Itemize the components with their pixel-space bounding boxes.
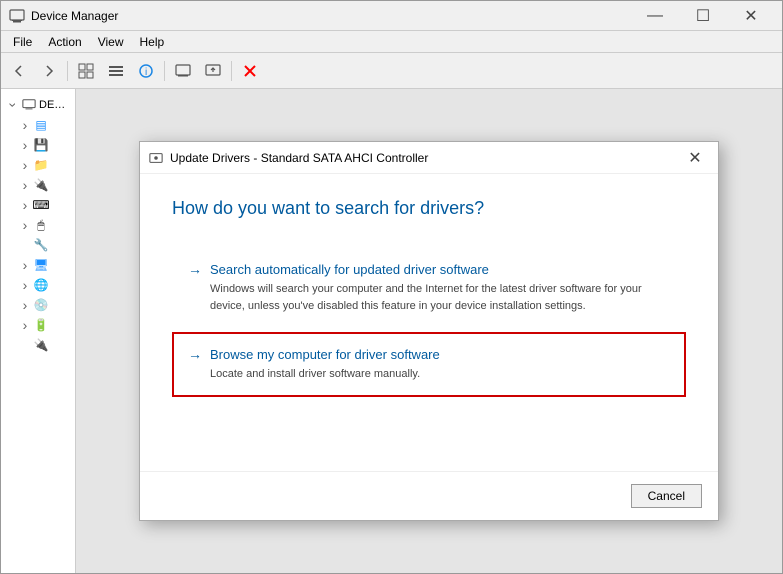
device-tree: DESKTOP-LDIDKBU ▤ 💾 📁 🔌 [1, 89, 76, 573]
list-item[interactable]: 🌐 [1, 275, 75, 295]
list-item[interactable]: 🖥 [1, 255, 75, 275]
manual-arrow-icon: → [188, 346, 202, 362]
expand-icon [17, 237, 33, 253]
auto-search-option[interactable]: → Search automatically for updated drive… [172, 247, 686, 328]
update-drivers-dialog: Update Drivers - Standard SATA AHCI Cont… [139, 141, 719, 521]
svg-text:i: i [145, 67, 147, 78]
dialog-footer: Cancel [140, 471, 718, 520]
auto-arrow-icon: → [188, 261, 202, 277]
view-devices-button[interactable] [72, 57, 100, 85]
close-button[interactable]: ✕ [728, 1, 774, 31]
main-panel: Update Drivers - Standard SATA AHCI Cont… [76, 89, 782, 573]
menu-file[interactable]: File [5, 33, 40, 51]
auto-search-description: Windows will search your computer and th… [210, 281, 670, 314]
keyboard-icon: ⌨ [33, 197, 49, 213]
menu-bar: File Action View Help [1, 31, 782, 53]
expand-icon [17, 117, 33, 133]
menu-view[interactable]: View [90, 33, 132, 51]
system-icon: 🔋 [33, 317, 49, 333]
usb-icon: 🔌 [33, 337, 49, 353]
auto-search-title[interactable]: Search automatically for updated driver … [210, 262, 489, 277]
expand-icon [17, 157, 33, 173]
disk-icon: 💾 [33, 137, 49, 153]
list-item[interactable]: 🔧 [1, 235, 75, 255]
manual-browse-description: Locate and install driver software manua… [210, 366, 670, 383]
storage-icon: 💿 [33, 297, 49, 313]
list-item[interactable]: ▤ [1, 115, 75, 135]
computer-icon [21, 97, 37, 113]
tree-container: DESKTOP-LDIDKBU ▤ 💾 📁 🔌 [1, 93, 75, 357]
ide-icon: 📁 [33, 157, 49, 173]
expand-icon [17, 337, 33, 353]
properties-button[interactable]: i [132, 57, 160, 85]
dialog-title-bar: Update Drivers - Standard SATA AHCI Cont… [140, 142, 718, 174]
dialog-title-icon [148, 150, 164, 166]
window-controls: — ☐ ✕ [632, 1, 774, 31]
monitor-icon: 🖥 [33, 257, 49, 273]
other2-icon: 🔧 [33, 237, 49, 253]
back-button[interactable] [5, 57, 33, 85]
minimize-button[interactable]: — [632, 1, 678, 31]
list-item[interactable]: 🔌 [1, 335, 75, 355]
root-label: DESKTOP-LDIDKBU [39, 99, 71, 111]
expand-icon [17, 177, 33, 193]
list-item[interactable]: 💾 [1, 135, 75, 155]
auto-title-row: → Search automatically for updated drive… [188, 261, 670, 277]
expand-icon [17, 197, 33, 213]
display-icon: ▤ [33, 117, 49, 133]
manual-browse-option[interactable]: → Browse my computer for driver software… [172, 332, 686, 397]
content-area: DESKTOP-LDIDKBU ▤ 💾 📁 🔌 [1, 89, 782, 573]
menu-help[interactable]: Help [132, 33, 173, 51]
list-item[interactable]: 📁 [1, 155, 75, 175]
dialog-overlay: Update Drivers - Standard SATA AHCI Cont… [76, 89, 782, 573]
list-item[interactable]: 🔋 [1, 315, 75, 335]
toolbar-separator-2 [164, 61, 165, 81]
view-type-button[interactable] [169, 57, 197, 85]
list-item[interactable]: 💿 [1, 295, 75, 315]
manual-browse-title[interactable]: Browse my computer for driver software [210, 347, 440, 362]
expand-icon [17, 217, 33, 233]
toolbar-separator-3 [231, 61, 232, 81]
dialog-title-text: Update Drivers - Standard SATA AHCI Cont… [170, 151, 680, 165]
list-item[interactable]: 🖱 [1, 215, 75, 235]
expand-icon [5, 97, 21, 113]
list-item[interactable]: ⌨ [1, 195, 75, 215]
tree-root[interactable]: DESKTOP-LDIDKBU [1, 95, 75, 115]
other-icon: 🔌 [33, 177, 49, 193]
app-icon [9, 8, 25, 24]
list-item[interactable]: 🔌 [1, 175, 75, 195]
maximize-button[interactable]: ☐ [680, 1, 726, 31]
uninstall-button[interactable] [236, 57, 264, 85]
expand-icon [17, 257, 33, 273]
dialog-body: How do you want to search for drivers? →… [140, 174, 718, 471]
update-driver-button[interactable] [199, 57, 227, 85]
cancel-button[interactable]: Cancel [631, 484, 702, 508]
expand-icon [17, 137, 33, 153]
mouse-icon: 🖱 [33, 217, 49, 233]
manual-title-row: → Browse my computer for driver software [188, 346, 670, 362]
main-window: Device Manager — ☐ ✕ File Action View He… [0, 0, 783, 574]
toolbar-separator-1 [67, 61, 68, 81]
menu-action[interactable]: Action [40, 33, 89, 51]
view-resources-button[interactable] [102, 57, 130, 85]
window-title: Device Manager [31, 9, 632, 23]
forward-button[interactable] [35, 57, 63, 85]
expand-icon [17, 277, 33, 293]
expand-icon [17, 297, 33, 313]
network-icon: 🌐 [33, 277, 49, 293]
title-bar: Device Manager — ☐ ✕ [1, 1, 782, 31]
expand-icon [17, 317, 33, 333]
dialog-close-button[interactable]: ✕ [680, 145, 710, 171]
toolbar: i [1, 53, 782, 89]
dialog-question: How do you want to search for drivers? [172, 198, 686, 219]
